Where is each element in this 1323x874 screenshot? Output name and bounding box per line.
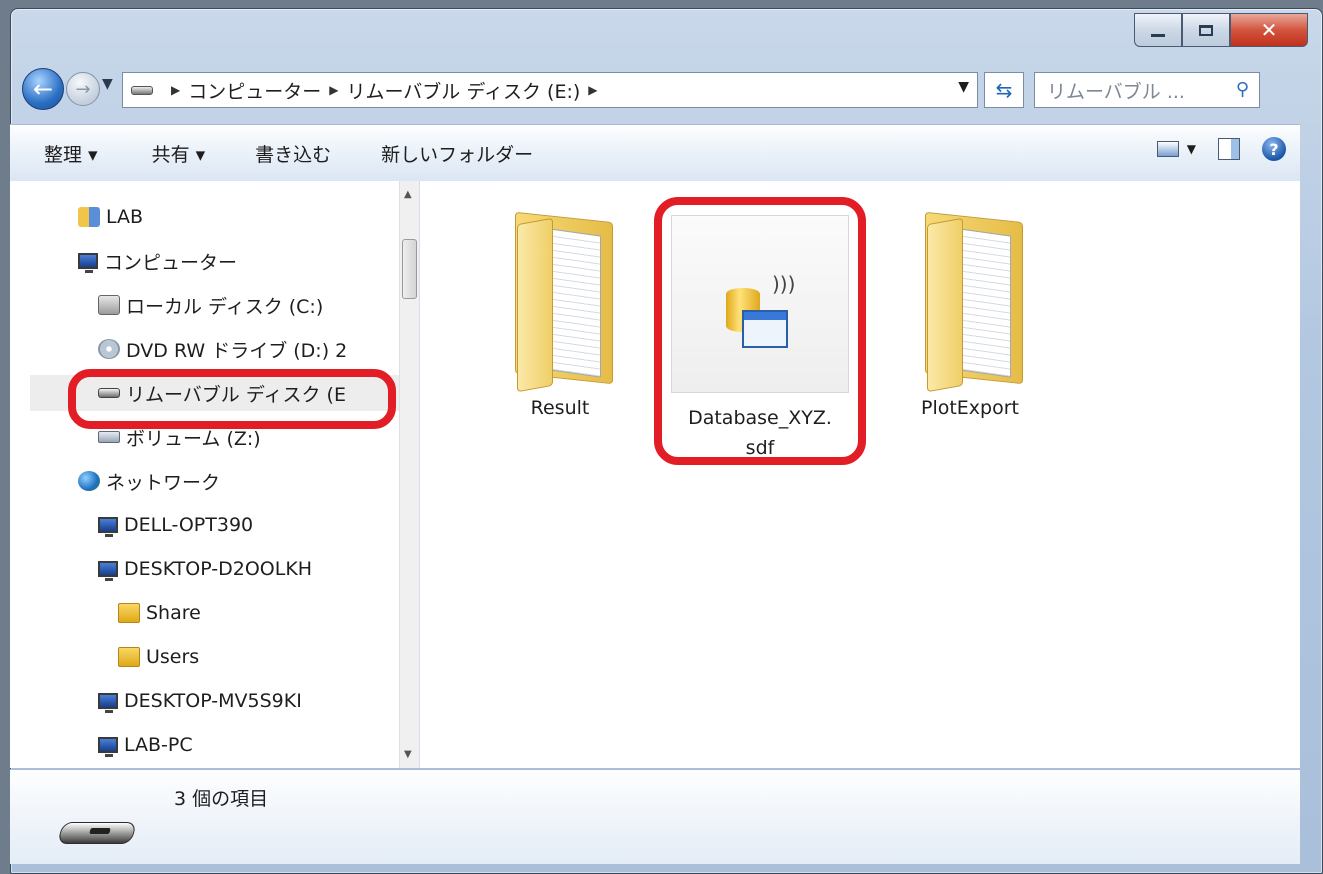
tree-item-label: コンピューター [104, 251, 238, 274]
forward-button[interactable]: → [66, 72, 100, 106]
folder-icon [915, 207, 1025, 393]
tree-item-computer[interactable]: コンピューター [78, 243, 237, 279]
command-bar: 整理 ▾ 共有 ▾ 書き込む 新しいフォルダー ▼ ? [10, 124, 1300, 182]
burn-button[interactable]: 書き込む [255, 140, 331, 167]
shared-folder-icon [118, 647, 140, 667]
tree-item-label: Users [146, 646, 200, 668]
file-list[interactable]: Result ))) Database_XYZ. sdf PlotExport [420, 181, 1300, 768]
tree-item-label: DESKTOP-MV5S9KI [124, 690, 302, 712]
computer-icon [78, 253, 98, 273]
tree-item-dell-opt390[interactable]: DELL-OPT390 [98, 507, 253, 543]
share-button[interactable]: 共有 ▾ [152, 140, 206, 167]
close-icon: ✕ [1260, 18, 1278, 42]
address-dropdown-icon[interactable]: ▼ [958, 79, 969, 95]
folder-plotexport[interactable]: PlotExport [880, 207, 1060, 423]
annotation-highlight-file [654, 197, 866, 465]
network-icon [78, 471, 100, 491]
maximize-button[interactable] [1182, 13, 1230, 47]
close-button[interactable]: ✕ [1230, 13, 1308, 47]
address-bar[interactable]: ▶ コンピューター ▶ リムーバブル ディスク (E:) ▶ ▼ [122, 72, 978, 108]
search-input[interactable]: リムーバブル ... ⚲ [1034, 72, 1260, 108]
chevron-down-icon: ▼ [1186, 142, 1196, 156]
drive-icon [131, 85, 153, 95]
breadcrumb-computer[interactable]: コンピューター [188, 77, 321, 104]
computer-icon [98, 561, 118, 581]
maximize-icon [1199, 24, 1213, 36]
help-icon[interactable]: ? [1262, 137, 1286, 161]
tree-item-label: DVD RW ドライブ (D:) 2 [126, 339, 348, 362]
chevron-down-icon: ▼ [102, 76, 113, 92]
breadcrumb-separator-icon[interactable]: ▶ [171, 83, 180, 97]
tree-item-label: ローカル ディスク (C:) [126, 295, 324, 318]
user-folder-icon [78, 207, 100, 227]
folder-result[interactable]: Result [470, 207, 650, 423]
dvd-drive-icon [98, 339, 120, 359]
minimize-button[interactable] [1134, 13, 1182, 47]
local-disk-icon [98, 295, 120, 315]
computer-icon [98, 737, 118, 757]
tree-item-label: ネットワーク [106, 471, 221, 494]
breadcrumb-separator-icon[interactable]: ▶ [588, 83, 597, 97]
refresh-button[interactable]: ⇆ [984, 72, 1024, 108]
tree-item-label: DESKTOP-D2OOLKH [124, 558, 313, 580]
new-folder-button[interactable]: 新しいフォルダー [381, 140, 533, 167]
recent-pages-button[interactable]: ▼ [102, 76, 113, 92]
tree-item-network[interactable]: ネットワーク [78, 463, 220, 499]
tree-item-dvd-d[interactable]: DVD RW ドライブ (D:) 2 [98, 331, 347, 367]
search-placeholder: リムーバブル ... [1047, 80, 1185, 103]
search-icon[interactable]: ⚲ [1236, 79, 1249, 100]
toolbar-right: ▼ ? [1156, 137, 1286, 161]
refresh-icon: ⇆ [995, 78, 1013, 102]
tree-item-share[interactable]: Share [118, 595, 201, 631]
tree-item-users[interactable]: Users [118, 639, 199, 675]
tree-item-desktop-mv5s9ki[interactable]: DESKTOP-MV5S9KI [98, 683, 302, 719]
breadcrumb-separator-icon[interactable]: ▶ [329, 83, 338, 97]
computer-icon [98, 517, 118, 537]
scroll-up-icon[interactable]: ▲ [404, 189, 412, 200]
nav-scrollbar[interactable]: ▲ ▼ [399, 181, 419, 768]
scroll-down-icon[interactable]: ▼ [404, 749, 412, 760]
status-bar: 3 個の項目 [10, 769, 1300, 864]
item-label: Result [530, 397, 590, 419]
forward-arrow-icon: → [75, 78, 91, 100]
volume-icon [98, 431, 120, 443]
caption-buttons: ✕ [1134, 13, 1308, 49]
change-view-button[interactable]: ▼ [1156, 141, 1196, 157]
tree-item-desktop-d2oolkh[interactable]: DESKTOP-D2OOLKH [98, 551, 312, 587]
tree-item-local-disk-c[interactable]: ローカル ディスク (C:) [98, 287, 323, 323]
shared-folder-icon [118, 603, 140, 623]
back-arrow-icon: ← [32, 75, 54, 103]
view-icon [1156, 141, 1179, 157]
tree-item-lab[interactable]: LAB [78, 199, 143, 235]
scroll-thumb[interactable] [402, 239, 417, 299]
removable-drive-large-icon [57, 814, 137, 848]
navigation-row: ← → ▼ ▶ コンピューター ▶ リムーバブル ディスク (E:) ▶ ▼ ⇆… [18, 66, 1303, 110]
tree-item-lab-pc[interactable]: LAB-PC [98, 727, 193, 763]
computer-icon [98, 693, 118, 713]
folder-icon [505, 207, 615, 393]
item-label: PlotExport [920, 397, 1019, 419]
preview-pane-icon[interactable] [1218, 138, 1240, 160]
tree-item-label: LAB [106, 206, 144, 228]
tree-item-label: DELL-OPT390 [124, 514, 254, 536]
annotation-highlight-drive [68, 369, 396, 429]
tree-item-label: Share [146, 602, 201, 624]
breadcrumb-removable-disk[interactable]: リムーバブル ディスク (E:) [346, 77, 580, 104]
navigation-pane[interactable]: LAB コンピューター ローカル ディスク (C:) DVD RW ドライブ (… [10, 181, 420, 768]
minimize-icon [1151, 33, 1165, 37]
item-count: 3 個の項目 [174, 788, 269, 810]
back-button[interactable]: ← [22, 68, 64, 110]
organize-button[interactable]: 整理 ▾ [44, 140, 98, 167]
tree-item-label: LAB-PC [124, 734, 193, 756]
